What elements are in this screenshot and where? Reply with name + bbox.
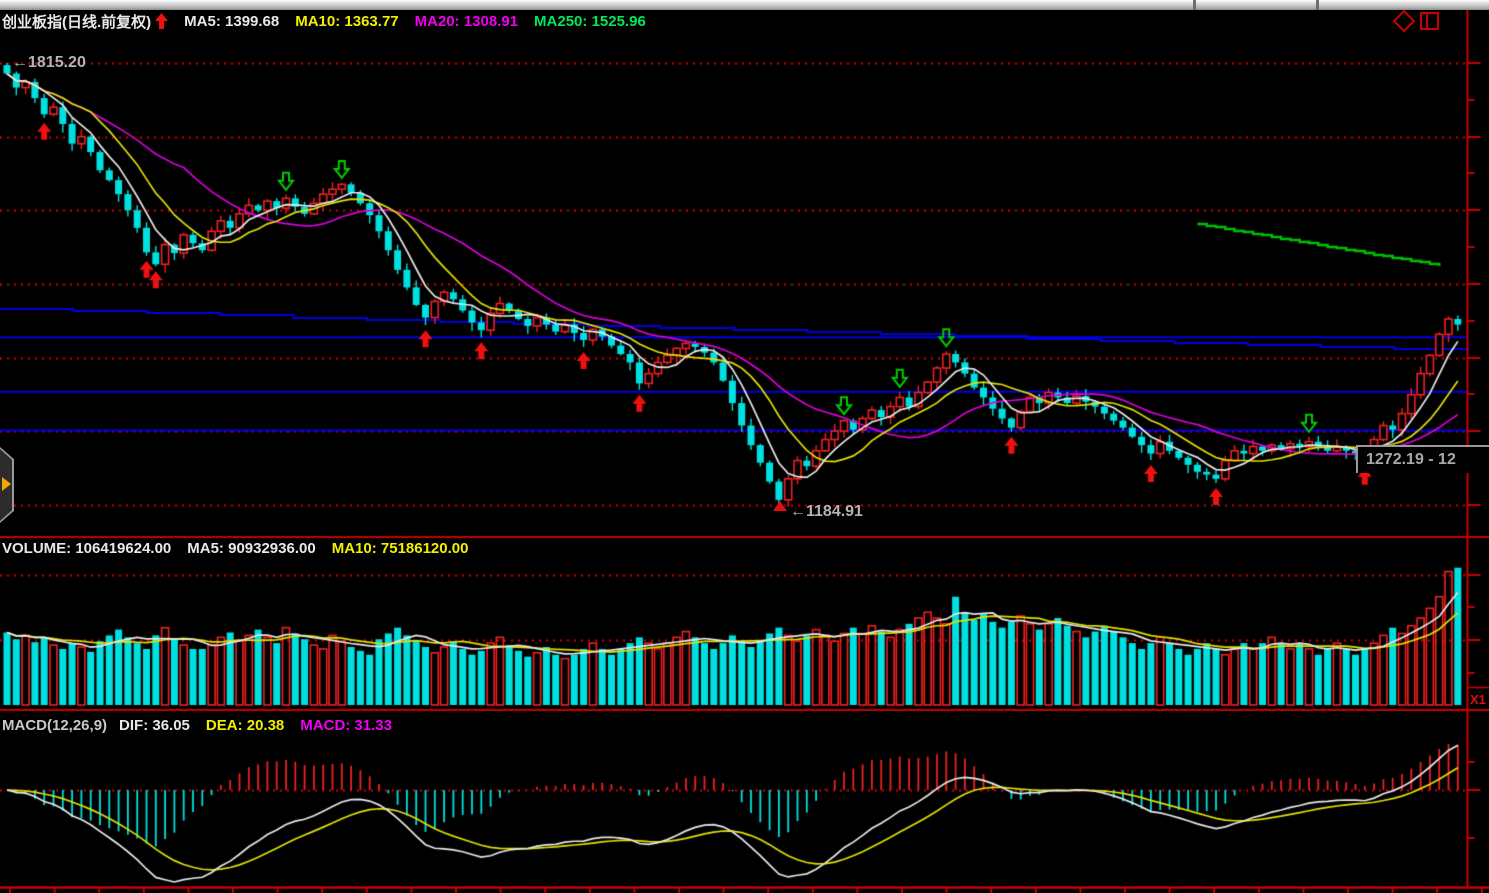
macd-params: MACD(12,26,9): [2, 717, 107, 734]
split-window-icon[interactable]: [1420, 12, 1439, 30]
expand-right-icon: [2, 477, 11, 491]
strip-divider: [1316, 0, 1319, 10]
dif-value: DIF: 36.05: [119, 717, 190, 734]
low-marker-icon: [773, 501, 787, 511]
strip-divider: [1193, 0, 1196, 10]
chart-canvas[interactable]: [0, 0, 1489, 893]
ma250-value: MA250: 1525.96: [534, 13, 646, 30]
window-top-strip: [0, 0, 1489, 10]
macd-value: MACD: 31.33: [300, 717, 392, 734]
high-price-label: ←1815.20: [12, 54, 86, 72]
ma20-value: MA20: 1308.91: [415, 13, 518, 30]
price-range-tooltip: 1272.19 - 12: [1356, 445, 1489, 473]
scale-x1-badge[interactable]: X1: [1470, 692, 1486, 707]
sidebar-expand-handle[interactable]: [0, 447, 14, 523]
macd-pane-header: MACD(12,26,9) DIF: 36.05 DEA: 20.38 MACD…: [2, 715, 408, 735]
dea-value: DEA: 20.38: [206, 717, 284, 734]
ma5-value: MA5: 1399.68: [184, 13, 279, 30]
stock-app-window: 创业板指(日线.前复权) MA5: 1399.68 MA10: 1363.77 …: [0, 0, 1489, 893]
low-price-label: ←1184.91: [790, 503, 863, 521]
volume-ma5-value: MA5: 90932936.00: [187, 540, 315, 557]
price-pane-header: 创业板指(日线.前复权) MA5: 1399.68 MA10: 1363.77 …: [2, 11, 662, 31]
ma10-value: MA10: 1363.77: [295, 13, 398, 30]
instrument-title: 创业板指(日线.前复权): [2, 11, 151, 32]
volume-ma10-value: MA10: 75186120.00: [332, 540, 469, 557]
volume-value: VOLUME: 106419624.00: [2, 540, 171, 557]
volume-pane-header: VOLUME: 106419624.00 MA5: 90932936.00 MA…: [2, 538, 484, 558]
trend-up-icon: [155, 13, 168, 29]
